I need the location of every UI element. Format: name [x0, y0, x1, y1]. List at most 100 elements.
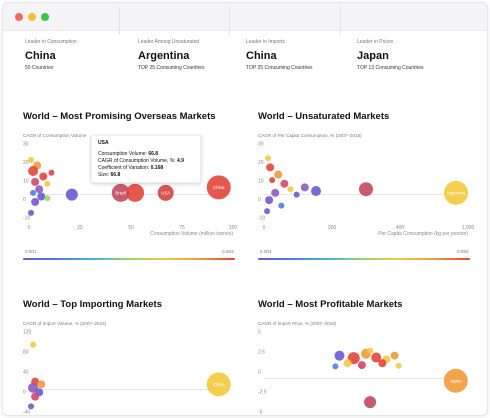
- y-tick-label: 20: [258, 160, 264, 166]
- scale-min: 0.001: [25, 249, 37, 254]
- chart-importing-markets: World – Top Importing Markets CAGR of Im…: [23, 299, 235, 416]
- maximize-window-button[interactable]: [41, 13, 49, 21]
- stat-imports: Leader in Imports China TOP 25 Consuming…: [246, 39, 313, 77]
- chart-title: World – Most Promising Overseas Markets: [23, 111, 216, 122]
- stat-sub: TOP 13 Consuming Countries: [357, 65, 424, 71]
- bubble[interactable]: [30, 189, 37, 196]
- scatter-plot[interactable]: 120 80 40 0 -40 China: [23, 326, 235, 416]
- scatter-plot[interactable]: 5 2.5 0 -2.5 -5 Japan: [258, 326, 470, 416]
- x-tick-label: 0: [28, 225, 31, 231]
- bubble[interactable]: [31, 392, 40, 401]
- y-tick-label: -2.5: [258, 390, 267, 396]
- x-tick-label: 25: [77, 225, 83, 231]
- divider: [340, 7, 341, 35]
- y-tick-label: -10: [23, 216, 30, 222]
- bubble[interactable]: [35, 185, 44, 194]
- tooltip-value: 4.9: [176, 158, 184, 164]
- bubble[interactable]: [65, 188, 78, 201]
- y-tick-label: 40: [23, 370, 29, 376]
- bubble[interactable]: [266, 163, 275, 172]
- stat-label: Leader Among Unsaturated: [138, 39, 200, 45]
- stat-value: China: [246, 50, 277, 62]
- bubble-label: Japan: [450, 378, 463, 383]
- bubble-label: China: [213, 382, 225, 387]
- divider: [119, 7, 120, 35]
- y-tick-label: 10: [23, 179, 29, 185]
- bubble[interactable]: [30, 341, 37, 348]
- bubble[interactable]: [367, 347, 374, 354]
- title-bar: [3, 3, 487, 31]
- y-tick-label: -10: [258, 216, 265, 222]
- chart-title: World – Top Importing Markets: [23, 299, 162, 310]
- x-tick-label: 50: [128, 225, 134, 231]
- bubble[interactable]: [395, 362, 402, 369]
- tooltip-row: Size: 66.8: [98, 172, 194, 179]
- bubble[interactable]: [390, 351, 399, 360]
- bubble[interactable]: [269, 177, 276, 184]
- stat-label: Leader in Prices: [357, 39, 394, 45]
- scatter-plot[interactable]: 3020100-100 200 400 1,000Per Capita Consump…: [258, 138, 474, 238]
- bubble[interactable]: [271, 188, 280, 197]
- tooltip-row: Consumption Volume: 66.8: [98, 151, 194, 158]
- bubble[interactable]: [280, 179, 289, 188]
- bubble[interactable]: [343, 359, 352, 368]
- bubble[interactable]: [311, 186, 322, 197]
- bubble[interactable]: [265, 196, 274, 205]
- y-tick-label: 20: [23, 160, 29, 166]
- bubble[interactable]: [28, 165, 39, 176]
- bubble-label: Argentina: [447, 190, 466, 195]
- tooltip-value: 66.8: [110, 172, 121, 178]
- y-tick-label: 5: [258, 330, 261, 336]
- bubble[interactable]: [264, 208, 271, 215]
- stat-sub: TOP 25 Consuming Countries: [138, 65, 205, 71]
- y-tick-label: 2.5: [258, 350, 265, 356]
- bubble[interactable]: [37, 380, 46, 389]
- y-tick-label: -5: [258, 410, 263, 416]
- summary-stats: Leader in Consumption China 50 Countries…: [3, 39, 487, 77]
- bubble[interactable]: [359, 182, 373, 197]
- bubble[interactable]: [31, 177, 40, 186]
- bubble[interactable]: [300, 183, 309, 192]
- tooltip-key: CAGR of Consumption Volume, %:: [98, 158, 176, 164]
- chart-title: World – Unsaturated Markets: [258, 111, 390, 122]
- bubble[interactable]: [278, 202, 285, 209]
- stat-label: Leader in Imports: [246, 39, 285, 45]
- bubble[interactable]: [274, 170, 283, 179]
- stat-label: Leader in Consumption: [25, 39, 77, 45]
- chart-unsaturated-markets: World – Unsaturated Markets CAGR of Per …: [258, 111, 474, 260]
- tooltip-key: Consumption Volume:: [98, 151, 147, 157]
- x-axis-label: Consumption Volume (million tonnes): [150, 231, 233, 237]
- bubble[interactable]: [378, 359, 387, 368]
- bubble[interactable]: [28, 403, 35, 410]
- bubble[interactable]: [48, 169, 55, 176]
- scale-max: 0.093: [222, 249, 234, 254]
- color-scale-bar: [23, 258, 235, 260]
- bubble[interactable]: [126, 183, 145, 202]
- bubble[interactable]: [332, 363, 339, 370]
- bubble[interactable]: [28, 209, 35, 216]
- bubble[interactable]: [37, 192, 46, 201]
- tooltip-key: Size:: [98, 172, 110, 178]
- y-tick-label: 0: [23, 197, 26, 203]
- y-tick-label: 30: [23, 142, 29, 148]
- chart-title: World – Most Profitable Markets: [258, 299, 403, 310]
- bubble[interactable]: [44, 180, 51, 187]
- tooltip-value: 66.8: [148, 151, 159, 157]
- bubble[interactable]: [39, 172, 48, 181]
- close-window-button[interactable]: [15, 13, 23, 21]
- stat-value: China: [25, 50, 56, 62]
- bubble[interactable]: [293, 191, 300, 198]
- tooltip-key: Coefficient of Variation:: [98, 165, 150, 171]
- y-tick-label: -40: [23, 410, 30, 416]
- bubble[interactable]: [44, 195, 51, 202]
- bubble[interactable]: [28, 157, 35, 164]
- bubble[interactable]: [265, 155, 272, 162]
- bubble[interactable]: [287, 186, 294, 193]
- tooltip-value: 0.168: [150, 165, 164, 171]
- bubble[interactable]: [31, 197, 40, 206]
- bubble[interactable]: [357, 361, 366, 370]
- minimize-window-button[interactable]: [28, 13, 36, 21]
- bubble[interactable]: [364, 396, 377, 409]
- x-axis-label: Per Capita Consumption (kg per person): [378, 231, 468, 237]
- bubble[interactable]: [334, 350, 345, 361]
